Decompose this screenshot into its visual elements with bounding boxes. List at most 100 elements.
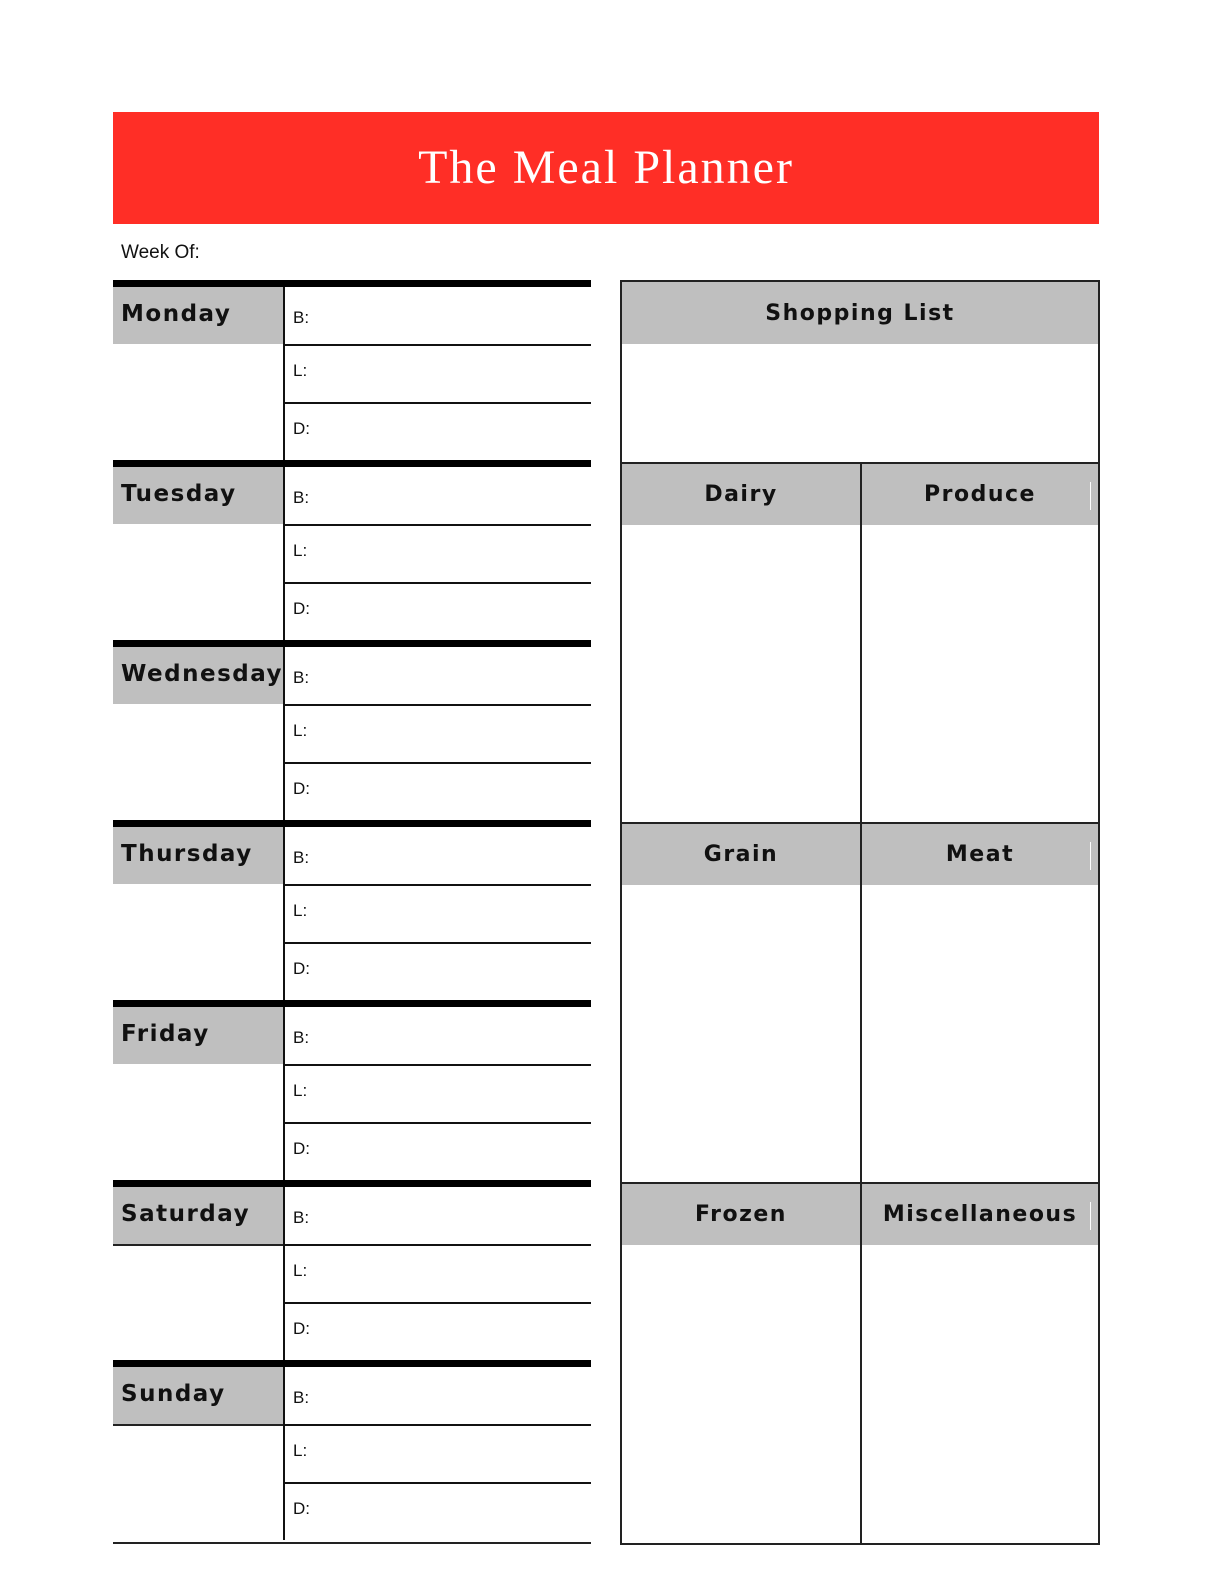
category-produce: Produce: [862, 464, 1098, 822]
shopping-list-title: Shopping List: [765, 300, 955, 326]
shopping-list-notes-field[interactable]: [622, 344, 1098, 462]
divider: [113, 820, 591, 827]
day-block-tuesday: Tuesday B: L: D:: [113, 460, 591, 640]
day-name: Sunday: [121, 1381, 226, 1407]
meal-label: D:: [293, 419, 310, 438]
day-name: Wednesday: [121, 661, 284, 687]
meal-label: L:: [293, 721, 308, 740]
category-dairy: Dairy: [622, 464, 862, 822]
lunch-field[interactable]: L:: [285, 1244, 591, 1302]
page-title: The Meal Planner: [418, 140, 794, 194]
category-title: Grain: [703, 842, 779, 867]
breakfast-field[interactable]: B:: [285, 827, 591, 884]
category-row: Grain Meat: [622, 822, 1098, 1184]
week-of-label: Week Of:: [121, 242, 200, 263]
category-header: Grain: [622, 824, 860, 885]
divider: [113, 460, 591, 467]
meal-label: L:: [293, 1081, 308, 1100]
lunch-field[interactable]: L:: [285, 1424, 591, 1482]
lunch-field[interactable]: L:: [285, 704, 591, 762]
day-block-friday: Friday B: L: D:: [113, 1000, 591, 1180]
category-items-field[interactable]: [622, 1245, 860, 1543]
meal-label: B:: [293, 1208, 310, 1227]
day-block-thursday: Thursday B: L: D:: [113, 820, 591, 1000]
meal-label: L:: [293, 541, 308, 560]
dinner-field[interactable]: D:: [285, 1122, 591, 1180]
breakfast-field[interactable]: B:: [285, 287, 591, 344]
category-title: Frozen: [695, 1202, 787, 1227]
dinner-field[interactable]: D:: [285, 1482, 591, 1540]
day-name: Friday: [121, 1021, 210, 1047]
day-column: Monday B: L: D: Tuesday B: L: D: Wednesd…: [113, 280, 591, 1540]
meal-label: B:: [293, 848, 310, 867]
day-header: Monday: [113, 287, 283, 344]
lunch-field[interactable]: L:: [285, 344, 591, 402]
day-block-monday: Monday B: L: D:: [113, 280, 591, 460]
day-header: Sunday: [113, 1367, 283, 1426]
meal-label: B:: [293, 1388, 310, 1407]
shopping-list-header: Shopping List: [622, 282, 1098, 344]
title-banner: The Meal Planner: [113, 112, 1099, 224]
day-block-wednesday: Wednesday B: L: D:: [113, 640, 591, 820]
day-block-sunday: Sunday B: L: D:: [113, 1360, 591, 1540]
dinner-field[interactable]: D:: [285, 762, 591, 820]
category-header: Produce: [862, 464, 1098, 525]
category-grain: Grain: [622, 824, 862, 1182]
divider: [113, 640, 591, 647]
category-items-field[interactable]: [862, 1245, 1098, 1543]
day-name: Tuesday: [121, 481, 237, 507]
breakfast-field[interactable]: B:: [285, 1187, 591, 1244]
category-title: Miscellaneous: [882, 1202, 1078, 1227]
meal-label: D:: [293, 779, 310, 798]
meal-label: D:: [293, 1319, 310, 1338]
category-frozen: Frozen: [622, 1184, 862, 1543]
text-cursor: [1090, 1202, 1091, 1230]
lunch-field[interactable]: L:: [285, 1064, 591, 1122]
category-title: Meat: [945, 842, 1015, 867]
category-title: Produce: [924, 482, 1036, 507]
category-items-field[interactable]: [862, 525, 1098, 822]
day-name: Saturday: [121, 1201, 251, 1227]
category-meat: Meat: [862, 824, 1098, 1182]
meal-label: B:: [293, 1028, 310, 1047]
dinner-field[interactable]: D:: [285, 402, 591, 460]
breakfast-field[interactable]: B:: [285, 1367, 591, 1424]
meal-label: D:: [293, 959, 310, 978]
breakfast-field[interactable]: B:: [285, 467, 591, 524]
day-block-saturday: Saturday B: L: D:: [113, 1180, 591, 1360]
category-items-field[interactable]: [862, 885, 1098, 1182]
lunch-field[interactable]: L:: [285, 524, 591, 582]
meal-label: B:: [293, 668, 310, 687]
day-header: Saturday: [113, 1187, 283, 1246]
dinner-field[interactable]: D:: [285, 942, 591, 1000]
dinner-field[interactable]: D:: [285, 582, 591, 640]
category-items-field[interactable]: [622, 525, 860, 822]
divider: [113, 1542, 591, 1544]
category-header: Dairy: [622, 464, 860, 525]
category-header: Frozen: [622, 1184, 860, 1245]
lunch-field[interactable]: L:: [285, 884, 591, 942]
category-row: Dairy Produce: [622, 462, 1098, 824]
meal-label: D:: [293, 599, 310, 618]
text-cursor: [1090, 482, 1091, 510]
meal-label: L:: [293, 361, 308, 380]
meal-label: D:: [293, 1499, 310, 1518]
divider: [113, 280, 591, 287]
day-name: Monday: [121, 301, 232, 327]
meal-label: B:: [293, 488, 310, 507]
dinner-field[interactable]: D:: [285, 1302, 591, 1360]
divider: [113, 1180, 591, 1187]
breakfast-field[interactable]: B:: [285, 647, 591, 704]
category-title: Dairy: [704, 482, 778, 507]
meal-label: D:: [293, 1139, 310, 1158]
day-header: Thursday: [113, 827, 283, 884]
category-items-field[interactable]: [622, 885, 860, 1182]
divider: [113, 1000, 591, 1007]
breakfast-field[interactable]: B:: [285, 1007, 591, 1064]
meal-label: L:: [293, 1261, 308, 1280]
meal-label: L:: [293, 1441, 308, 1460]
shopping-list-panel: Shopping List Dairy Produce Grain Meat F…: [620, 280, 1100, 1545]
day-header: Tuesday: [113, 467, 283, 524]
category-header: Meat: [862, 824, 1098, 885]
meal-label: L:: [293, 901, 308, 920]
